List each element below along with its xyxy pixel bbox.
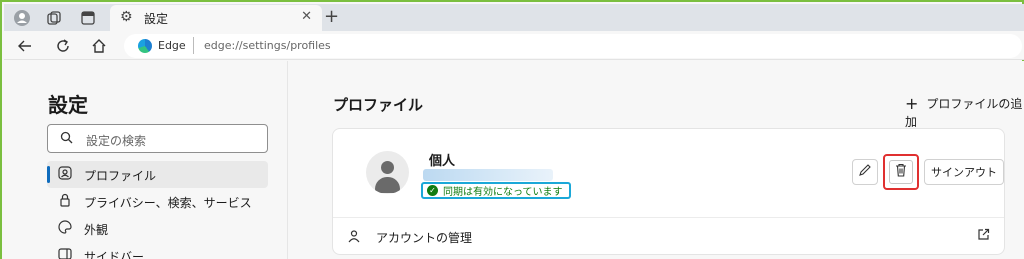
- lock-icon: [58, 193, 72, 211]
- vertical-tabs-icon[interactable]: [78, 8, 98, 28]
- collections-icon[interactable]: [44, 8, 64, 28]
- profile-card: 個人 ✓ 同期は有効になっています サインアウト アカウントの管理: [332, 128, 1005, 255]
- sidebar-item-privacy[interactable]: プライバシー、検索、サービス: [47, 188, 268, 215]
- palette-icon: [58, 220, 72, 238]
- pencil-icon: [858, 163, 872, 181]
- sync-status-badge: ✓ 同期は有効になっています: [421, 182, 571, 199]
- redacted-email: [423, 169, 553, 181]
- delete-button-inner[interactable]: [889, 160, 913, 184]
- sidebar-item-label: サイドバー: [84, 250, 145, 259]
- sidebar-item-sidebar[interactable]: サイドバー: [47, 242, 268, 259]
- profile-icon[interactable]: [12, 8, 32, 28]
- add-profile-label: プロファイルの追加: [905, 97, 1023, 129]
- address-separator: [193, 37, 194, 54]
- settings-page: 設定 設定の検索 プロファイル プライバシー、検索、サービス 外観 サイドバー …: [4, 61, 1024, 259]
- plus-icon: +: [905, 94, 919, 113]
- browser-window: ⚙ 設定 ✕ + Edge edge://settings/profiles 設…: [0, 0, 1024, 259]
- page-title: プロファイル: [333, 96, 424, 114]
- manage-account-label: アカウントの管理: [376, 231, 473, 245]
- avatar-body: [375, 177, 400, 193]
- sidebar-icon: [58, 247, 72, 259]
- profile-name: 個人: [429, 154, 456, 169]
- profile-card-icon: [58, 166, 72, 184]
- tab-title: 設定: [144, 12, 169, 26]
- sidebar-item-appearance[interactable]: 外観: [47, 215, 268, 242]
- trash-icon: [894, 163, 908, 181]
- external-link-icon[interactable]: [977, 228, 990, 245]
- search-icon: [60, 131, 73, 148]
- settings-sidebar: 設定 設定の検索 プロファイル プライバシー、検索、サービス 外観 サイドバー: [4, 61, 288, 259]
- refresh-icon[interactable]: [52, 35, 74, 57]
- home-icon[interactable]: [88, 35, 110, 57]
- avatar: [366, 151, 409, 194]
- manage-account-row[interactable]: アカウントの管理: [333, 218, 1004, 254]
- toolbar: Edge edge://settings/profiles: [4, 31, 1024, 60]
- delete-profile-button[interactable]: [883, 154, 919, 190]
- main-panel: プロファイル + プロファイルの追加 個人 ✓ 同期は有効になっています サイン…: [289, 61, 1024, 259]
- edit-profile-button[interactable]: [852, 159, 878, 185]
- search-placeholder: 設定の検索: [86, 134, 147, 148]
- sidebar-item-label: 外観: [84, 223, 109, 237]
- edge-logo-icon: [138, 39, 152, 53]
- active-marker: [47, 166, 50, 183]
- sign-out-button[interactable]: サインアウト: [924, 159, 1004, 185]
- sync-status-text: 同期は有効になっています: [443, 187, 563, 198]
- back-arrow-icon[interactable]: [14, 35, 36, 57]
- gear-icon: ⚙: [120, 9, 133, 25]
- address-site-label: Edge: [158, 39, 186, 52]
- sidebar-item-profiles[interactable]: プロファイル: [47, 161, 268, 188]
- check-circle-icon: ✓: [427, 185, 438, 196]
- add-profile-button[interactable]: + プロファイルの追加: [905, 94, 1024, 130]
- avatar-head: [381, 161, 394, 174]
- address-url[interactable]: edge://settings/profiles: [204, 39, 331, 52]
- close-icon[interactable]: ✕: [301, 9, 312, 24]
- sidebar-item-label: プロファイル: [84, 169, 157, 183]
- address-bar[interactable]: Edge edge://settings/profiles: [124, 34, 1022, 58]
- new-tab-button[interactable]: +: [324, 6, 339, 27]
- sidebar-item-label: プライバシー、検索、サービス: [84, 196, 252, 210]
- tab-strip: ⚙ 設定 ✕ +: [4, 4, 1024, 31]
- search-input[interactable]: 設定の検索: [47, 124, 268, 153]
- sidebar-title: 設定: [48, 93, 88, 117]
- person-icon: [347, 229, 361, 247]
- tab-settings[interactable]: ⚙ 設定 ✕: [110, 5, 322, 31]
